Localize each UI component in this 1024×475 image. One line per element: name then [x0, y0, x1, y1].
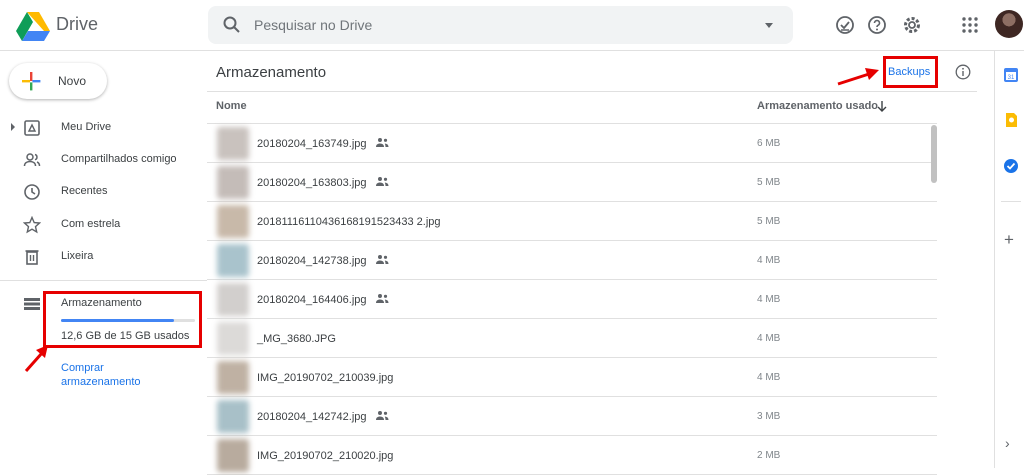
search-input[interactable]: Pesquisar no Drive: [254, 17, 372, 33]
apps-grid-icon[interactable]: [959, 14, 981, 36]
file-thumbnail: [217, 127, 249, 160]
avatar[interactable]: [995, 10, 1023, 38]
storage-highlight-box: [43, 291, 202, 348]
file-storage-used: 5 MB: [757, 177, 781, 188]
add-addon-icon[interactable]: +: [1004, 230, 1014, 250]
search-icon[interactable]: [222, 15, 242, 35]
file-name: IMG_20190702_210039.jpg: [257, 372, 394, 384]
table-row[interactable]: 20180204_163803.jpg 5 MB: [207, 163, 937, 202]
sidebar-item-label: Recentes: [61, 185, 108, 197]
storage-icon: [24, 298, 40, 310]
file-thumbnail: [217, 361, 249, 394]
buy-storage-link[interactable]: Comprar armazenamento: [61, 361, 171, 389]
table-row[interactable]: IMG_20190702_210039.jpg 4 MB: [207, 358, 937, 397]
file-thumbnail: [217, 439, 249, 472]
file-storage-used: 4 MB: [757, 333, 781, 344]
file-thumbnail: [217, 400, 249, 433]
info-icon[interactable]: [955, 64, 971, 80]
chevron-right-icon[interactable]: ›: [1005, 435, 1010, 451]
shared-icon: [376, 411, 389, 420]
annotation-arrow-icon: [837, 68, 879, 86]
table-row[interactable]: 20180204_163749.jpg 6 MB: [207, 124, 937, 163]
keep-icon[interactable]: [1003, 112, 1019, 128]
file-storage-used: 3 MB: [757, 411, 781, 422]
shared-with-me-icon: [23, 153, 41, 167]
sidebar-item-recent[interactable]: Recentes: [0, 177, 207, 207]
side-panel-rail: 31 + ›: [994, 51, 1024, 468]
file-storage-used: 4 MB: [757, 372, 781, 383]
table-row[interactable]: 20181116110436168191523433 2.jpg 5 MB: [207, 202, 937, 241]
file-storage-used: 6 MB: [757, 138, 781, 149]
offline-ready-icon[interactable]: [834, 14, 856, 36]
column-header-name[interactable]: Nome: [216, 100, 247, 112]
new-button[interactable]: Novo: [9, 63, 107, 99]
backups-link[interactable]: Backups: [888, 66, 930, 78]
trash-icon: [25, 250, 39, 265]
settings-icon[interactable]: [901, 14, 923, 36]
sidebar-item-trash[interactable]: Lixeira: [0, 242, 207, 272]
top-bar: Drive Pesquisar no Drive: [0, 0, 1024, 51]
table-row[interactable]: 20180204_142742.jpg 3 MB: [207, 397, 937, 436]
drive-logo-icon[interactable]: [16, 11, 50, 41]
sidebar-item-label: Com estrela: [61, 218, 121, 230]
file-name: 20180204_164406.jpg: [257, 294, 367, 306]
sort-arrow-down-icon[interactable]: [876, 100, 888, 112]
file-name: 20180204_142742.jpg: [257, 411, 367, 423]
file-storage-used: 4 MB: [757, 294, 781, 305]
calendar-icon[interactable]: 31: [1003, 67, 1019, 83]
tasks-icon[interactable]: [1003, 158, 1019, 174]
file-thumbnail: [217, 283, 249, 316]
sidebar-item-label: Meu Drive: [61, 121, 112, 133]
table-row[interactable]: 20180204_142738.jpg 4 MB: [207, 241, 937, 280]
sidebar-item-shared[interactable]: Compartilhados comigo: [0, 145, 207, 175]
clock-icon: [24, 184, 40, 200]
my-drive-icon: [24, 120, 40, 136]
plus-icon: [22, 72, 41, 91]
file-name: _MG_3680.JPG: [257, 333, 336, 345]
search-bar[interactable]: Pesquisar no Drive: [208, 6, 793, 44]
shared-icon: [376, 177, 389, 186]
rail-divider: [1001, 201, 1021, 202]
sidebar-item-label: Compartilhados comigo: [61, 153, 177, 165]
shared-icon: [376, 138, 389, 147]
file-storage-used: 2 MB: [757, 450, 781, 461]
title-divider: [207, 91, 977, 92]
table-row[interactable]: IMG_20190702_210020.jpg 2 MB: [207, 436, 937, 475]
file-thumbnail: [217, 244, 249, 277]
scrollbar-thumb[interactable]: [931, 125, 937, 183]
sidebar-item-label: Lixeira: [61, 250, 94, 262]
search-options-chevron-icon[interactable]: [765, 23, 773, 28]
file-name: 20180204_163749.jpg: [257, 138, 367, 150]
file-thumbnail: [217, 205, 249, 238]
file-name: IMG_20190702_210020.jpg: [257, 450, 394, 462]
file-name: 20181116110436168191523433 2.jpg: [257, 216, 441, 228]
table-row[interactable]: 20180204_164406.jpg 4 MB: [207, 280, 937, 319]
sidebar-item-my-drive[interactable]: Meu Drive: [0, 113, 207, 143]
page-title: Armazenamento: [216, 64, 327, 81]
annotation-arrow-icon: [24, 345, 48, 372]
sidebar: Novo Meu Drive Compartilhados comigo Rec…: [0, 51, 207, 468]
column-header-storage-used[interactable]: Armazenamento usado: [757, 100, 878, 112]
file-thumbnail: [217, 322, 249, 355]
svg-text:31: 31: [1008, 75, 1015, 81]
expand-arrow-icon[interactable]: [11, 123, 15, 131]
shared-icon: [376, 294, 389, 303]
file-name: 20180204_163803.jpg: [257, 177, 367, 189]
table-row[interactable]: _MG_3680.JPG 4 MB: [207, 319, 937, 358]
sidebar-item-starred[interactable]: Com estrela: [0, 210, 207, 240]
file-storage-used: 4 MB: [757, 255, 781, 266]
help-icon[interactable]: [866, 14, 888, 36]
star-icon: [23, 216, 41, 234]
main-content: Armazenamento Backups Nome Armazenamento…: [207, 51, 977, 475]
shared-icon: [376, 255, 389, 264]
file-name: 20180204_142738.jpg: [257, 255, 367, 267]
file-thumbnail: [217, 166, 249, 199]
app-name[interactable]: Drive: [56, 14, 98, 35]
new-button-label: Novo: [58, 74, 87, 88]
file-storage-used: 5 MB: [757, 216, 781, 227]
sidebar-divider: [0, 280, 207, 281]
